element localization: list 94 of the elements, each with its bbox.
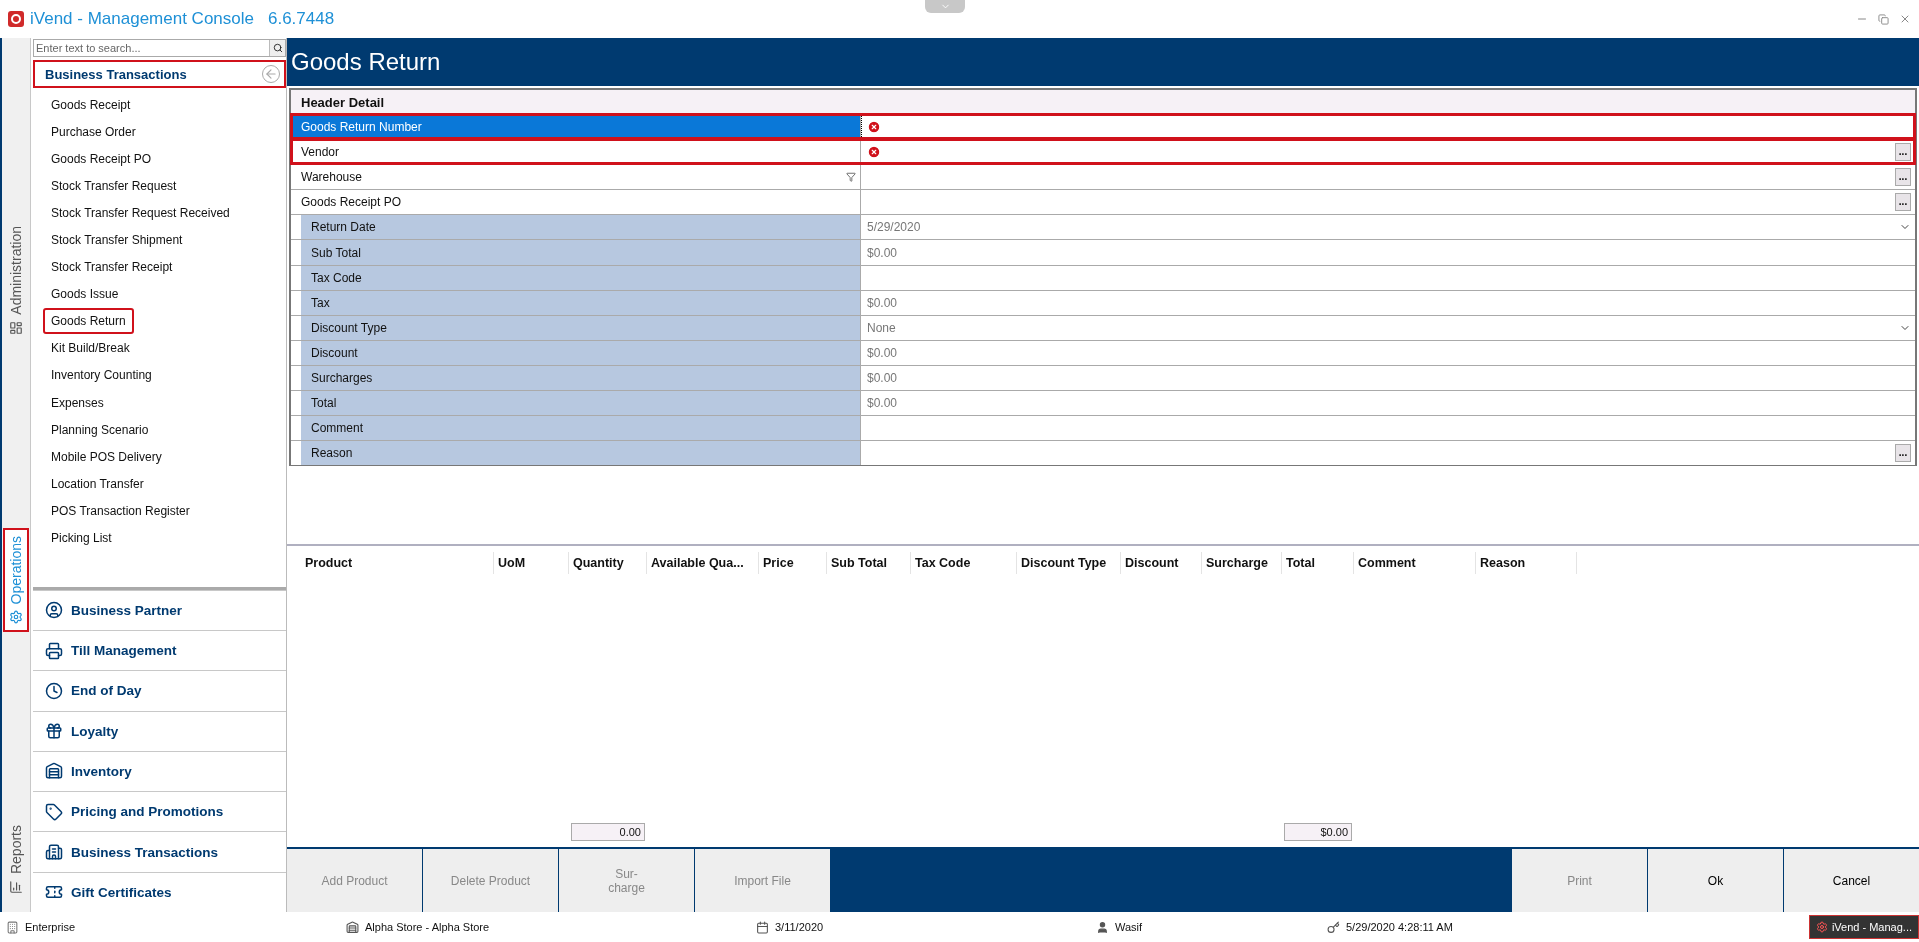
store-label: Alpha Store - Alpha Store [365, 921, 490, 933]
warehouse-icon [45, 762, 63, 781]
clock-icon [45, 681, 63, 700]
sidebar-item[interactable]: Goods Receipt PO [43, 145, 160, 172]
section-header[interactable]: Inventory [33, 750, 286, 792]
field-value[interactable]: None [861, 315, 1915, 340]
sidebar-item[interactable]: Stock Transfer Request [43, 172, 185, 199]
group-header[interactable]: Business Transactions [33, 60, 286, 88]
window-title: iVend - Management Console [30, 9, 254, 29]
column-header[interactable]: Product [301, 552, 494, 574]
search-icon[interactable] [272, 43, 283, 53]
section-header[interactable]: End of Day [33, 670, 286, 711]
column-header[interactable]: Tax Code [911, 552, 1017, 574]
column-header[interactable]: Discount [1121, 552, 1202, 574]
section-header[interactable]: Loyalty [33, 710, 286, 751]
page-title: Goods Return [287, 38, 1919, 86]
user-icon [45, 601, 63, 620]
tag-icon [45, 802, 63, 821]
company-label: Enterprise [25, 921, 76, 933]
section-header[interactable]: Business Transactions [33, 831, 286, 872]
column-header[interactable]: Surcharge [1202, 552, 1282, 574]
building-icon [6, 920, 19, 934]
date-label: 3/11/2020 [775, 921, 824, 933]
search-box[interactable]: Enter text to search... [33, 39, 286, 57]
browse-button[interactable]: ... [1895, 168, 1911, 187]
sidebar-item[interactable]: Picking List [43, 525, 120, 552]
gear-icon [9, 610, 23, 625]
sidebar-item[interactable]: Expenses [43, 389, 112, 416]
side-tab[interactable]: Operations [3, 527, 29, 633]
browse-button[interactable]: ... [1895, 444, 1911, 463]
sidebar-item[interactable]: Inventory Counting [43, 362, 160, 389]
field-value[interactable]: $0.00 [861, 240, 1915, 265]
field-value[interactable]: ... [861, 190, 1915, 215]
column-header[interactable]: Reason [1476, 552, 1577, 574]
section-header[interactable]: Pricing and Promotions [33, 791, 286, 832]
restore-icon[interactable] [1878, 13, 1889, 25]
browse-button[interactable]: ... [1895, 143, 1911, 162]
field-value[interactable]: $0.00 [861, 365, 1915, 391]
sidebar-item[interactable]: Kit Build/Break [43, 335, 138, 362]
column-header[interactable]: UoM [494, 552, 569, 574]
login-time-label: 5/29/2020 4:28:11 AM [1346, 921, 1453, 933]
field-label[interactable]: Goods Return Number [291, 115, 861, 140]
taskbar-item[interactable]: iVend - Manag... [1808, 915, 1919, 939]
user-icon [1096, 920, 1109, 934]
field-value[interactable]: ... [861, 165, 1915, 190]
column-header[interactable]: Discount Type [1017, 552, 1121, 574]
sidebar-item[interactable]: Goods Receipt [43, 91, 139, 118]
side-tab[interactable]: Reports [3, 816, 29, 902]
column-total: $0.00 [1284, 823, 1352, 841]
section-header[interactable]: Business Partner [33, 589, 286, 630]
version-label: 6.6.7448 [268, 9, 335, 29]
building-icon [45, 843, 63, 862]
action-button[interactable]: Ok [1648, 849, 1783, 912]
field-value[interactable]: ... [861, 140, 1915, 165]
field-value[interactable]: $0.00 [861, 340, 1915, 365]
chart-icon [9, 880, 23, 894]
column-header[interactable]: Price [759, 552, 827, 574]
store-icon [346, 920, 359, 934]
column-header[interactable]: Comment [1354, 552, 1476, 574]
sidebar-item[interactable]: Mobile POS Delivery [43, 443, 170, 470]
sidebar-item[interactable]: Location Transfer [43, 470, 152, 497]
sidebar-item[interactable]: Goods Issue [43, 281, 127, 308]
sidebar-item[interactable]: POS Transaction Register [43, 497, 198, 524]
action-button[interactable]: Cancel [1784, 849, 1919, 912]
browse-button[interactable]: ... [1895, 193, 1911, 212]
printer-icon [45, 641, 63, 660]
filter-icon[interactable] [846, 172, 856, 183]
column-header[interactable]: Total [1282, 552, 1354, 574]
column-header[interactable]: Quantity [569, 552, 647, 574]
sidebar-item[interactable]: Stock Transfer Request Received [43, 199, 238, 226]
field-value[interactable]: 5/29/2020 [861, 215, 1915, 240]
header-detail-title: Header Detail [291, 90, 1915, 114]
sidebar-item[interactable]: Stock Transfer Shipment [43, 227, 191, 253]
app-logo-icon [8, 11, 24, 27]
column-header[interactable]: Available Qua... [647, 552, 759, 574]
gear-icon [1815, 921, 1828, 933]
field-value[interactable]: $0.00 [861, 290, 1915, 315]
collapse-tab[interactable] [925, 0, 965, 13]
sidebar-item[interactable]: Stock Transfer Receipt [43, 254, 181, 281]
user-label: Wasif [1115, 921, 1143, 933]
field-value[interactable]: $0.00 [861, 391, 1915, 416]
column-header[interactable]: Sub Total [827, 552, 911, 574]
side-tab[interactable]: Administration [3, 218, 29, 343]
close-icon[interactable] [1899, 13, 1911, 25]
column-total: 0.00 [571, 823, 645, 841]
sidebar-item[interactable]: Purchase Order [43, 118, 144, 145]
section-header[interactable]: Till Management [33, 629, 286, 671]
sidebar-item[interactable]: Goods Return [43, 308, 134, 335]
dashboard-icon [9, 320, 23, 335]
sidebar-item[interactable]: Planning Scenario [43, 416, 157, 443]
key-icon [1327, 920, 1340, 934]
gift-icon [45, 722, 63, 741]
field-value[interactable]: ... [861, 441, 1915, 466]
calendar-icon [756, 920, 769, 934]
